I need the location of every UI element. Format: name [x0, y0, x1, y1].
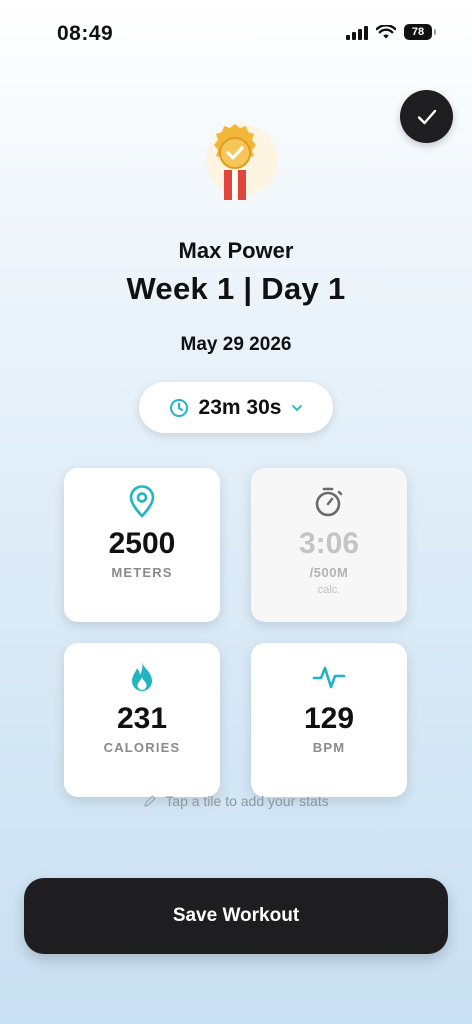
meters-value: 2500 — [108, 527, 176, 560]
pace-note: calc. — [317, 584, 341, 596]
chevron-down-icon — [292, 404, 303, 411]
save-workout-label: Save Workout — [172, 905, 300, 926]
flame-icon — [132, 662, 152, 691]
status-time: 08:49 — [57, 22, 114, 45]
hint-text: Tap a tile to add your stats — [165, 793, 329, 809]
save-workout-button[interactable]: Save Workout — [24, 878, 448, 954]
pencil-icon — [144, 795, 156, 807]
meters-tile[interactable]: 2500 METERS — [64, 468, 220, 622]
status-icons: 78 — [346, 24, 436, 40]
tile-hint: Tap a tile to add your stats — [0, 793, 472, 809]
pace-tile[interactable]: 3:06 /500M calc. — [251, 468, 407, 622]
signal-icon — [346, 25, 368, 40]
battery-level: 78 — [411, 26, 425, 38]
status-bar: 08:49 78 — [0, 0, 472, 70]
stopwatch-icon — [315, 487, 343, 517]
bpm-label: BPM — [312, 740, 346, 755]
checkmark-icon — [417, 109, 436, 124]
pace-label: /500M — [309, 565, 349, 580]
done-button[interactable] — [400, 90, 453, 143]
duration-selector[interactable]: 23m 30s — [139, 382, 333, 433]
duration-value: 23m 30s — [198, 395, 282, 419]
calories-tile[interactable]: 231 CALORIES — [64, 643, 220, 797]
workout-date: May 29 2026 — [180, 334, 292, 355]
heartbeat-icon — [312, 666, 346, 689]
calories-label: CALORIES — [103, 740, 181, 755]
program-title: Max Power — [178, 238, 294, 263]
clock-icon — [169, 398, 188, 417]
location-pin-icon — [129, 485, 155, 518]
battery-icon: 78 — [404, 24, 436, 40]
bpm-value: 129 — [303, 702, 355, 735]
calories-value: 231 — [116, 702, 168, 735]
meters-label: METERS — [111, 565, 173, 580]
bpm-tile[interactable]: 129 BPM — [251, 643, 407, 797]
pace-value: 3:06 — [298, 527, 360, 560]
session-title: Week 1 | Day 1 — [126, 271, 346, 306]
award-ribbon-icon — [196, 118, 286, 208]
wifi-icon — [376, 24, 396, 38]
